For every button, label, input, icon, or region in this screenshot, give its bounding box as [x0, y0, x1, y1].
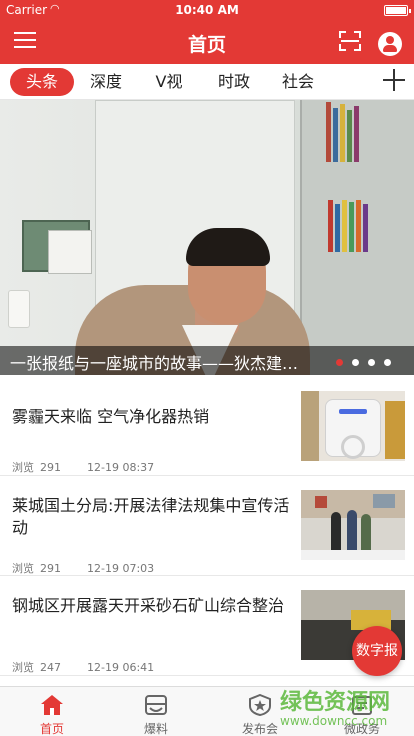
- tabbar-home[interactable]: 首页: [0, 687, 104, 736]
- news-title[interactable]: 莱城国土分局:开展法律法规集中宣传活动: [12, 495, 296, 539]
- news-title[interactable]: 钢城区开展露天开采砂石矿山综合整治: [12, 595, 296, 617]
- news-item[interactable]: 钢城区开展露天开采砂石矿山综合整治 浏览 247 12-19 06:41: [0, 576, 414, 676]
- views-count: 291: [40, 461, 61, 474]
- views-label: 浏览: [12, 562, 34, 575]
- tab-depth[interactable]: 深度: [82, 68, 130, 96]
- battery-icon: [384, 5, 411, 16]
- views-count: 247: [40, 661, 61, 674]
- tabbar-label: 爆料: [143, 722, 168, 736]
- top-bar: Carrier ◠ 10:40 AM 首页: [0, 0, 414, 64]
- tabbar-label: 微政务: [343, 722, 380, 736]
- news-item[interactable]: 雾霾天来临 空气净化器热销 浏览 291 12-19 08:37: [0, 376, 414, 476]
- scan-icon[interactable]: [339, 31, 361, 51]
- carousel-dot-2[interactable]: [352, 359, 359, 366]
- news-thumbnail[interactable]: [301, 490, 405, 560]
- news-time: 12-19 06:41: [87, 661, 155, 674]
- hero-banner[interactable]: [0, 100, 414, 375]
- home-icon: [41, 695, 63, 715]
- tab-headlines[interactable]: 头条: [10, 68, 74, 96]
- views-count: 291: [40, 562, 61, 575]
- carousel-dot-3[interactable]: [368, 359, 375, 366]
- carousel-dot-1[interactable]: [336, 359, 343, 366]
- tab-society[interactable]: 社会: [274, 68, 322, 96]
- bottom-tab-bar: 首页 爆料 发布会 微政务: [0, 686, 414, 736]
- digital-paper-button[interactable]: 数字报: [352, 626, 402, 676]
- news-time: 12-19 08:37: [87, 461, 155, 474]
- clock: 10:40 AM: [175, 3, 239, 17]
- news-time: 12-19 07:03: [87, 562, 155, 575]
- tabbar-press[interactable]: 发布会: [208, 687, 312, 736]
- user-icon[interactable]: [378, 32, 402, 56]
- news-meta: 浏览 247 12-19 06:41: [12, 659, 160, 675]
- views-label: 浏览: [12, 461, 34, 474]
- carousel-dot-4[interactable]: [384, 359, 391, 366]
- news-meta: 浏览 291 12-19 08:37: [12, 459, 160, 475]
- gov-icon: [352, 696, 372, 715]
- views-label: 浏览: [12, 661, 34, 674]
- news-item[interactable]: 莱城国土分局:开展法律法规集中宣传活动 浏览 291 12-19 07:03: [0, 476, 414, 576]
- news-title[interactable]: 雾霾天来临 空气净化器热销: [12, 406, 296, 428]
- tabbar-label: 首页: [39, 722, 64, 736]
- category-tabs: 头条 深度 V视 时政 社会: [0, 64, 414, 100]
- tabbar-tips[interactable]: 爆料: [104, 687, 208, 736]
- badge-icon: [249, 694, 271, 716]
- news-meta: 浏览 291 12-19 07:03: [12, 560, 160, 576]
- status-bar: Carrier ◠ 10:40 AM: [0, 0, 414, 20]
- tips-icon: [145, 695, 167, 715]
- tabbar-label: 发布会: [241, 722, 278, 736]
- news-thumbnail[interactable]: [301, 391, 405, 461]
- tab-video[interactable]: V视: [146, 68, 192, 96]
- banner-caption[interactable]: 一张报纸与一座城市的故事——狄杰建…: [10, 350, 326, 374]
- tab-politics[interactable]: 时政: [210, 68, 258, 96]
- tabbar-gov[interactable]: 微政务: [310, 687, 414, 736]
- add-channel-icon[interactable]: [383, 69, 405, 91]
